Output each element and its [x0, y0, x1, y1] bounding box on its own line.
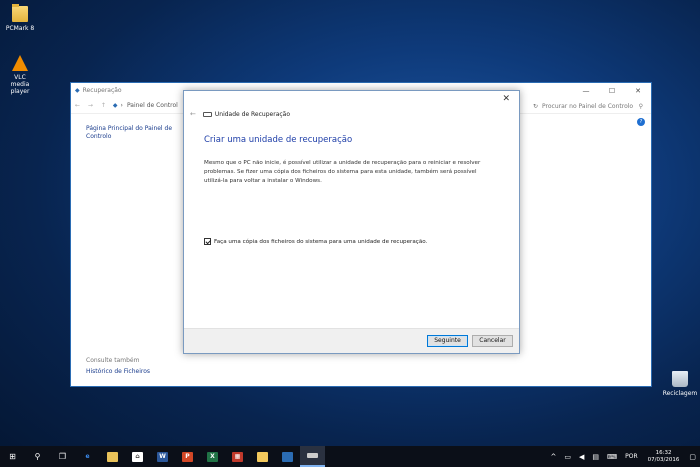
taskbar-control-panel[interactable] [275, 446, 300, 467]
search-icon: ⚲ [638, 103, 643, 110]
notification-icon[interactable]: ▤ [592, 453, 599, 461]
windows-logo-icon: ⊞ [9, 452, 16, 461]
clock-date: 07/03/2016 [647, 456, 680, 463]
desktop-icon-label: Reciclagem [662, 390, 698, 397]
powerpoint-icon: P [182, 451, 193, 462]
paint-icon [257, 451, 268, 462]
dialog-header: ← Unidade de Recuperação [190, 110, 290, 118]
clock[interactable]: 16:32 07/03/2016 [648, 450, 680, 464]
chevron-up-icon[interactable]: ^ [551, 453, 557, 461]
task-view-button[interactable]: ❐ [50, 446, 75, 467]
see-also-label: Consulte também [86, 357, 140, 364]
refresh-icon[interactable]: ↻ [533, 103, 538, 110]
copy-system-files-checkbox[interactable] [204, 238, 211, 245]
taskbar-edge[interactable]: e [75, 446, 100, 467]
keyboard-icon[interactable]: ⌨ [607, 453, 617, 461]
edge-icon: e [85, 452, 90, 460]
task-view-icon: ❐ [58, 452, 67, 461]
desktop-icon-recycle-bin[interactable]: Reciclagem [660, 371, 700, 397]
help-icon[interactable]: ? [637, 118, 645, 126]
volume-icon[interactable]: ◀ [579, 453, 584, 461]
close-icon[interactable]: ✕ [625, 87, 651, 95]
taskbar-store[interactable]: ⌂ [125, 446, 150, 467]
dialog-heading: Criar uma unidade de recuperação [204, 135, 353, 145]
taskbar-file-explorer[interactable] [100, 446, 125, 467]
recovery-drive-dialog: ✕ ← Unidade de Recuperação Criar uma uni… [183, 90, 520, 354]
taskbar-paint[interactable] [250, 446, 275, 467]
breadcrumb[interactable]: Painel de Control [127, 102, 178, 109]
window-title: Recuperação [82, 87, 122, 94]
checkbox-label[interactable]: Faça uma cópia dos ficheiros do sistema … [214, 239, 427, 245]
window-controls: — ☐ ✕ [573, 87, 651, 95]
copy-system-files-option[interactable]: Faça uma cópia dos ficheiros do sistema … [204, 238, 427, 245]
folder-icon [12, 4, 28, 22]
recycle-bin-icon [672, 371, 688, 387]
search-icon: ⚲ [34, 452, 41, 461]
clock-time: 16:32 [655, 449, 672, 456]
search-input[interactable]: Procurar no Painel de Controlo [542, 103, 633, 110]
taskbar-excel[interactable]: X [200, 446, 225, 467]
action-center-icon[interactable]: ▢ [689, 453, 696, 461]
drive-icon [307, 453, 318, 458]
next-button[interactable]: Seguinte [427, 335, 468, 347]
cancel-button[interactable]: Cancelar [472, 335, 513, 347]
search-box[interactable]: ↻ Procurar no Painel de Controlo ⚲ [533, 100, 643, 113]
language-indicator[interactable]: POR [625, 453, 638, 460]
control-panel-icon: ◆ [112, 102, 118, 109]
maximize-icon[interactable]: ☐ [599, 87, 625, 95]
desktop-icon-pcmark[interactable]: PCMark 8 [0, 4, 40, 32]
file-history-link[interactable]: Histórico de Ficheiros [86, 368, 150, 376]
store-icon: ⌂ [132, 451, 143, 462]
close-icon[interactable]: ✕ [502, 94, 510, 104]
breadcrumb-separator-icon: › [120, 102, 123, 109]
back-arrow-icon[interactable]: ← [190, 110, 196, 118]
desktop-icon-label: PCMark 8 [5, 25, 35, 32]
network-icon[interactable]: ▭ [564, 453, 571, 461]
dialog-description: Mesmo que o PC não inicie, é possível ut… [204, 160, 481, 184]
control-panel-icon [282, 451, 293, 462]
taskbar-calculator[interactable]: ▦ [225, 446, 250, 467]
word-icon: W [157, 451, 168, 462]
navigation-arrows-icon[interactable]: ← → ↑ [75, 102, 109, 109]
taskbar-word[interactable]: W [150, 446, 175, 467]
search-button[interactable]: ⚲ [25, 446, 50, 467]
control-panel-icon: ◆ [75, 87, 80, 94]
taskbar: ⊞ ⚲ ❐ e ⌂ W P X ▦ ^ ▭ ◀ ▤ ⌨ POR 16:32 07… [0, 446, 700, 467]
minimize-icon[interactable]: — [573, 87, 599, 95]
desktop-icon-vlc[interactable]: VLC media player [0, 55, 40, 95]
excel-icon: X [207, 451, 218, 462]
folder-icon [107, 451, 118, 462]
drive-icon [202, 111, 212, 117]
desktop-icon-label: VLC media player [10, 74, 30, 95]
dialog-title: Unidade de Recuperação [214, 110, 291, 118]
sidebar-link-home[interactable]: Página Principal do Painel de Controlo [86, 125, 176, 141]
vlc-cone-icon [12, 55, 28, 71]
start-button[interactable]: ⊞ [0, 446, 25, 467]
system-tray: ^ ▭ ◀ ▤ ⌨ POR 16:32 07/03/2016 ▢ [547, 450, 700, 464]
calculator-icon: ▦ [232, 451, 243, 462]
taskbar-powerpoint[interactable]: P [175, 446, 200, 467]
taskbar-recovery-drive[interactable] [300, 446, 325, 467]
dialog-footer: Seguinte Cancelar [184, 328, 519, 353]
